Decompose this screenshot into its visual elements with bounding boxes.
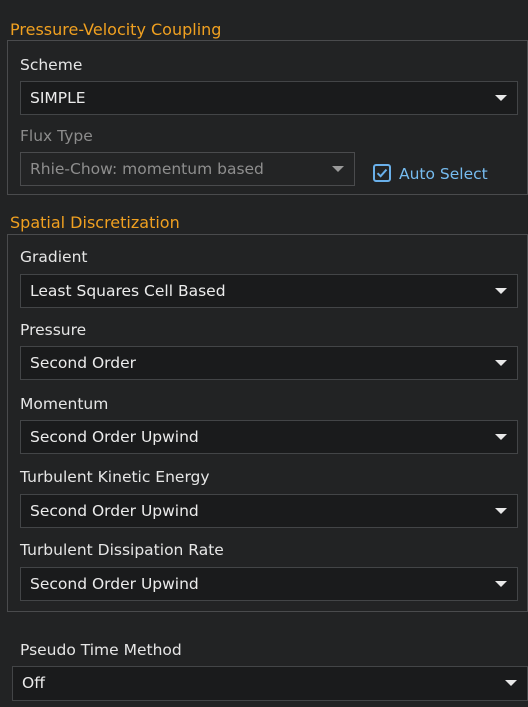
- chevron-down-icon: [495, 288, 507, 294]
- turbulent-kinetic-energy-label: Turbulent Kinetic Energy: [20, 468, 210, 486]
- momentum-dropdown[interactable]: Second Order Upwind: [20, 420, 518, 454]
- chevron-down-icon: [495, 434, 507, 440]
- pressure-velocity-coupling-title: Pressure-Velocity Coupling: [10, 20, 222, 39]
- gradient-value: Least Squares Cell Based: [30, 282, 226, 300]
- check-icon: [376, 168, 388, 178]
- scheme-label: Scheme: [20, 56, 83, 74]
- gradient-label: Gradient: [20, 248, 88, 266]
- turbulent-dissipation-rate-label: Turbulent Dissipation Rate: [20, 541, 224, 559]
- turbulent-kinetic-energy-value: Second Order Upwind: [30, 502, 199, 520]
- pseudo-time-method-dropdown[interactable]: Off: [12, 666, 528, 701]
- momentum-label: Momentum: [20, 395, 109, 413]
- scheme-value: SIMPLE: [30, 89, 86, 107]
- chevron-down-icon: [332, 166, 344, 172]
- pressure-dropdown[interactable]: Second Order: [20, 346, 518, 380]
- auto-select-checkbox[interactable]: [373, 164, 391, 182]
- chevron-down-icon: [495, 95, 507, 101]
- auto-select-label[interactable]: Auto Select: [399, 164, 488, 184]
- chevron-down-icon: [495, 581, 507, 587]
- spatial-discretization-title: Spatial Discretization: [10, 213, 180, 232]
- turbulent-kinetic-energy-dropdown[interactable]: Second Order Upwind: [20, 494, 518, 528]
- chevron-down-icon: [495, 360, 507, 366]
- chevron-down-icon: [505, 680, 517, 686]
- scheme-dropdown[interactable]: SIMPLE: [20, 81, 518, 115]
- flux-type-value: Rhie-Chow: momentum based: [30, 160, 264, 178]
- turbulent-dissipation-rate-value: Second Order Upwind: [30, 575, 199, 593]
- flux-type-dropdown[interactable]: Rhie-Chow: momentum based: [20, 152, 355, 186]
- pressure-label: Pressure: [20, 321, 87, 339]
- flux-type-label: Flux Type: [20, 127, 93, 145]
- turbulent-dissipation-rate-dropdown[interactable]: Second Order Upwind: [20, 567, 518, 601]
- pseudo-time-method-label: Pseudo Time Method: [20, 641, 182, 659]
- momentum-value: Second Order Upwind: [30, 428, 199, 446]
- pressure-value: Second Order: [30, 354, 137, 372]
- chevron-down-icon: [495, 508, 507, 514]
- gradient-dropdown[interactable]: Least Squares Cell Based: [20, 274, 518, 308]
- pseudo-time-method-value: Off: [22, 674, 45, 692]
